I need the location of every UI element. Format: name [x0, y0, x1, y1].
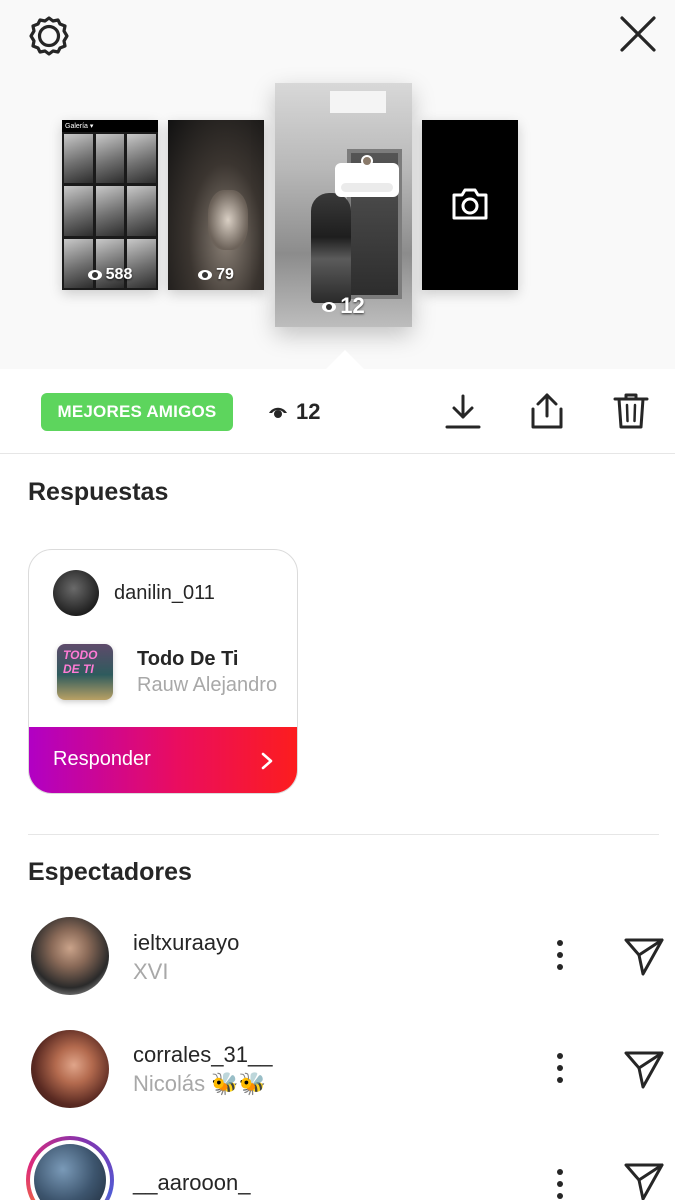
eye-icon — [87, 269, 102, 280]
avatar[interactable] — [31, 917, 109, 995]
camera-icon — [452, 188, 488, 220]
view-count-label: 12 — [296, 399, 321, 424]
avatar[interactable] — [53, 570, 99, 616]
song-artist: Rauw Alejandro — [137, 674, 278, 696]
viewer-username[interactable]: corrales_31__ — [133, 1042, 272, 1068]
more-options-icon[interactable] — [545, 1166, 575, 1200]
eye-icon — [269, 407, 287, 418]
story-view-count: 12 — [275, 293, 412, 319]
reply-button[interactable]: Responder — [29, 727, 297, 793]
viewer-row[interactable]: corrales_31__ Nicolás 🐝🐝 — [0, 1018, 675, 1118]
story-thumbnail[interactable]: 79 — [168, 120, 264, 290]
viewers-heading: Espectadores — [28, 858, 192, 886]
viewer-fullname: Nicolás 🐝🐝 — [133, 1071, 267, 1096]
close-icon[interactable] — [616, 12, 660, 56]
eye-icon — [322, 302, 337, 313]
selection-caret — [326, 350, 364, 369]
viewer-row[interactable]: ieltxuraayo XVI — [0, 906, 675, 1006]
viewer-username[interactable]: ieltxuraayo — [133, 930, 239, 956]
chevron-right-icon — [261, 752, 273, 770]
viewer-row[interactable]: __aarooon_ — [0, 1130, 675, 1200]
send-message-icon[interactable] — [623, 1048, 665, 1090]
story-view-count: 588 — [62, 266, 158, 284]
replies-heading: Respuestas — [28, 478, 169, 506]
viewer-username[interactable]: __aarooon_ — [133, 1170, 250, 1196]
reply-card: danilin_011 TODO DE TI Todo De Ti Rauw A… — [28, 549, 298, 794]
story-thumbnail-selected[interactable]: 12 — [275, 83, 412, 327]
viewer-fullname: XVI — [133, 959, 169, 984]
avatar[interactable] — [31, 1030, 109, 1108]
gear-icon[interactable] — [26, 13, 72, 59]
trash-icon[interactable] — [611, 391, 651, 431]
album-cover: TODO DE TI — [57, 644, 113, 700]
send-message-icon[interactable] — [623, 935, 665, 977]
reply-username[interactable]: danilin_011 — [114, 582, 215, 605]
more-options-icon[interactable] — [545, 1050, 575, 1086]
share-icon[interactable] — [527, 391, 567, 431]
song-title: Todo De Ti — [137, 648, 239, 670]
eye-icon — [198, 269, 213, 280]
view-count: 12 — [268, 397, 320, 427]
divider — [28, 834, 659, 835]
story-thumbnail[interactable]: Galería ▾ 588 — [62, 120, 158, 290]
more-options-icon[interactable] — [545, 937, 575, 973]
reply-button-label: Responder — [53, 748, 151, 770]
story-preview-area: Galería ▾ 588 79 12 — [0, 0, 675, 369]
story-toolbar: MEJORES AMIGOS 12 — [0, 369, 675, 454]
download-icon[interactable] — [443, 391, 483, 431]
music-sticker — [335, 155, 399, 197]
add-story-camera[interactable] — [422, 120, 518, 290]
story-ring-avatar[interactable] — [26, 1136, 114, 1200]
story-view-count: 79 — [168, 266, 264, 284]
send-message-icon[interactable] — [623, 1160, 665, 1200]
close-friends-badge[interactable]: MEJORES AMIGOS — [41, 393, 233, 431]
